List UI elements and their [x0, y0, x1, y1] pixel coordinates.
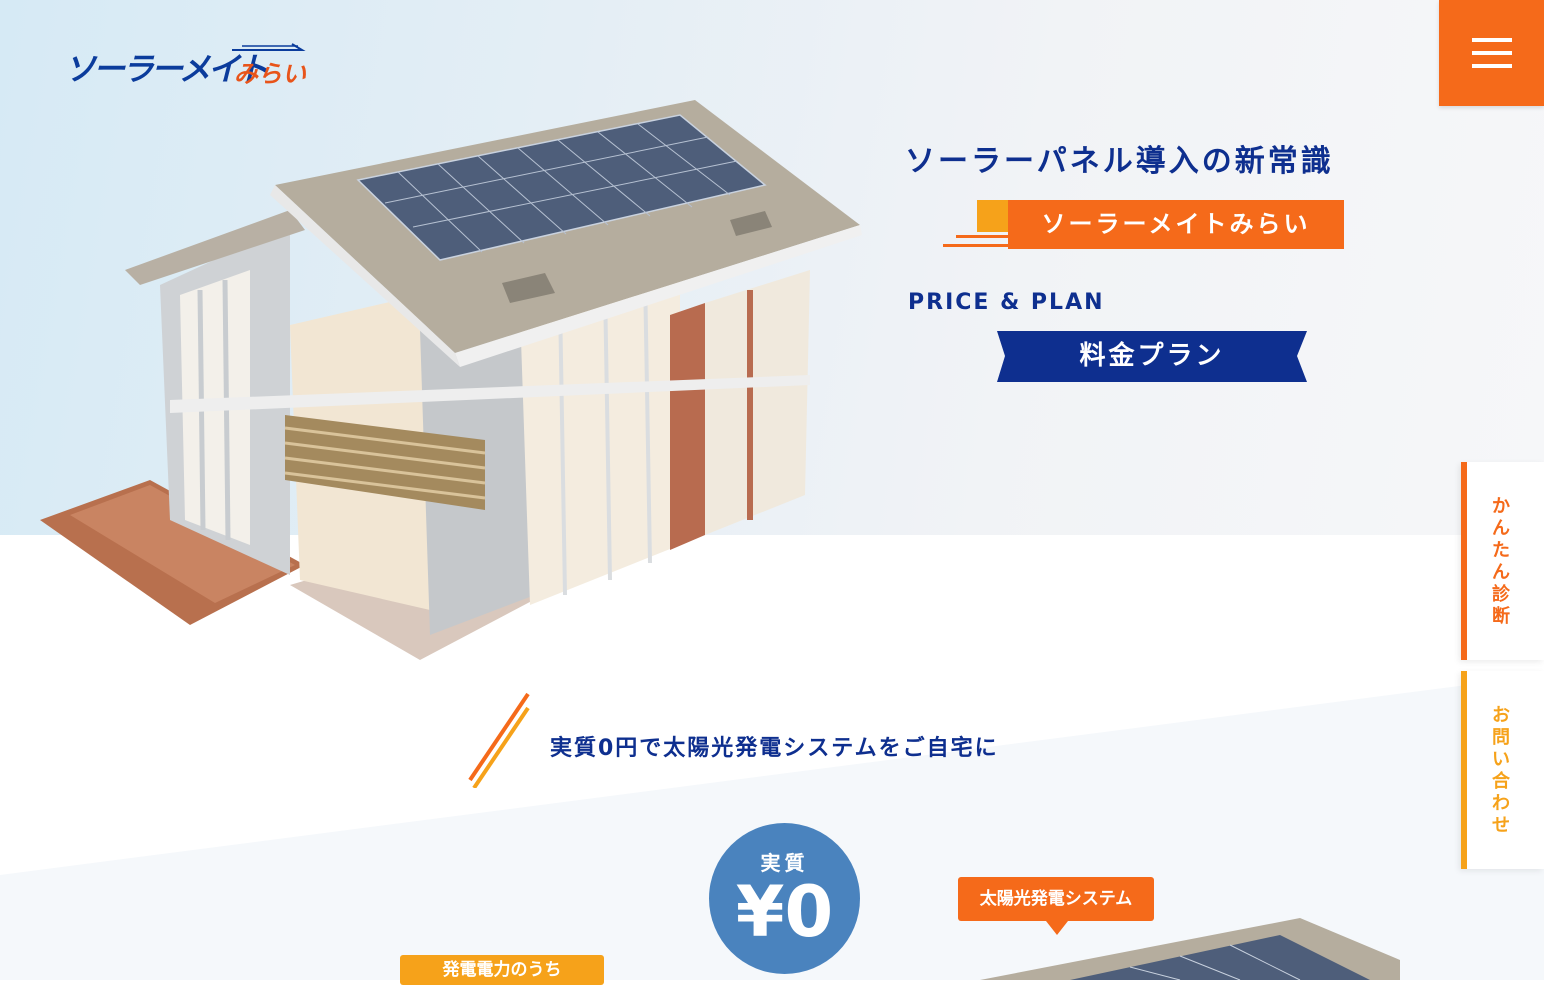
- plan-label: 料金プラン: [1079, 341, 1225, 371]
- side-tab-contact-label: お問い合わせ: [1492, 705, 1510, 836]
- hero-headline: ソーラーパネル導入の新常識: [905, 144, 1334, 179]
- brand-bar: ソーラーメイトみらい: [1008, 200, 1344, 249]
- price-plan-english: PRICE & PLAN: [908, 290, 1105, 315]
- hamburger-icon-line: [1471, 38, 1512, 42]
- section-subhead: 実質0円で太陽光発電システムをご自宅に: [550, 736, 999, 761]
- deco-slash-icon: [468, 692, 530, 788]
- hamburger-icon-line: [1471, 64, 1512, 68]
- zero-yen-badge: 実質 ¥0: [709, 823, 860, 974]
- brand-accent-line: [943, 244, 1008, 247]
- generation-tag: 発電電力のうち: [400, 955, 604, 985]
- house-illustration: [40, 100, 862, 660]
- tab-stripe: [1461, 671, 1467, 869]
- logo-sub-text: みらい: [234, 60, 306, 88]
- side-tab-contact[interactable]: お問い合わせ: [1461, 671, 1544, 869]
- hamburger-menu-button[interactable]: [1439, 0, 1544, 106]
- side-tab-diagnosis[interactable]: かんたん診断: [1461, 462, 1544, 660]
- mini-roof-illustration: [980, 918, 1400, 980]
- brand-accent-line: [956, 235, 1008, 238]
- site-logo[interactable]: ソーラーメイト みらい: [64, 40, 314, 88]
- brand-label: ソーラーメイトみらい: [1041, 210, 1311, 238]
- tab-stripe: [1461, 462, 1467, 660]
- hamburger-icon-line: [1471, 51, 1512, 55]
- plan-ribbon: 料金プラン: [997, 331, 1307, 382]
- badge-value: ¥0: [735, 871, 834, 953]
- brand-banner: ソーラーメイトみらい: [940, 200, 1380, 252]
- side-tab-diagnosis-label: かんたん診断: [1492, 496, 1510, 627]
- brand-accent-square: [977, 200, 1009, 232]
